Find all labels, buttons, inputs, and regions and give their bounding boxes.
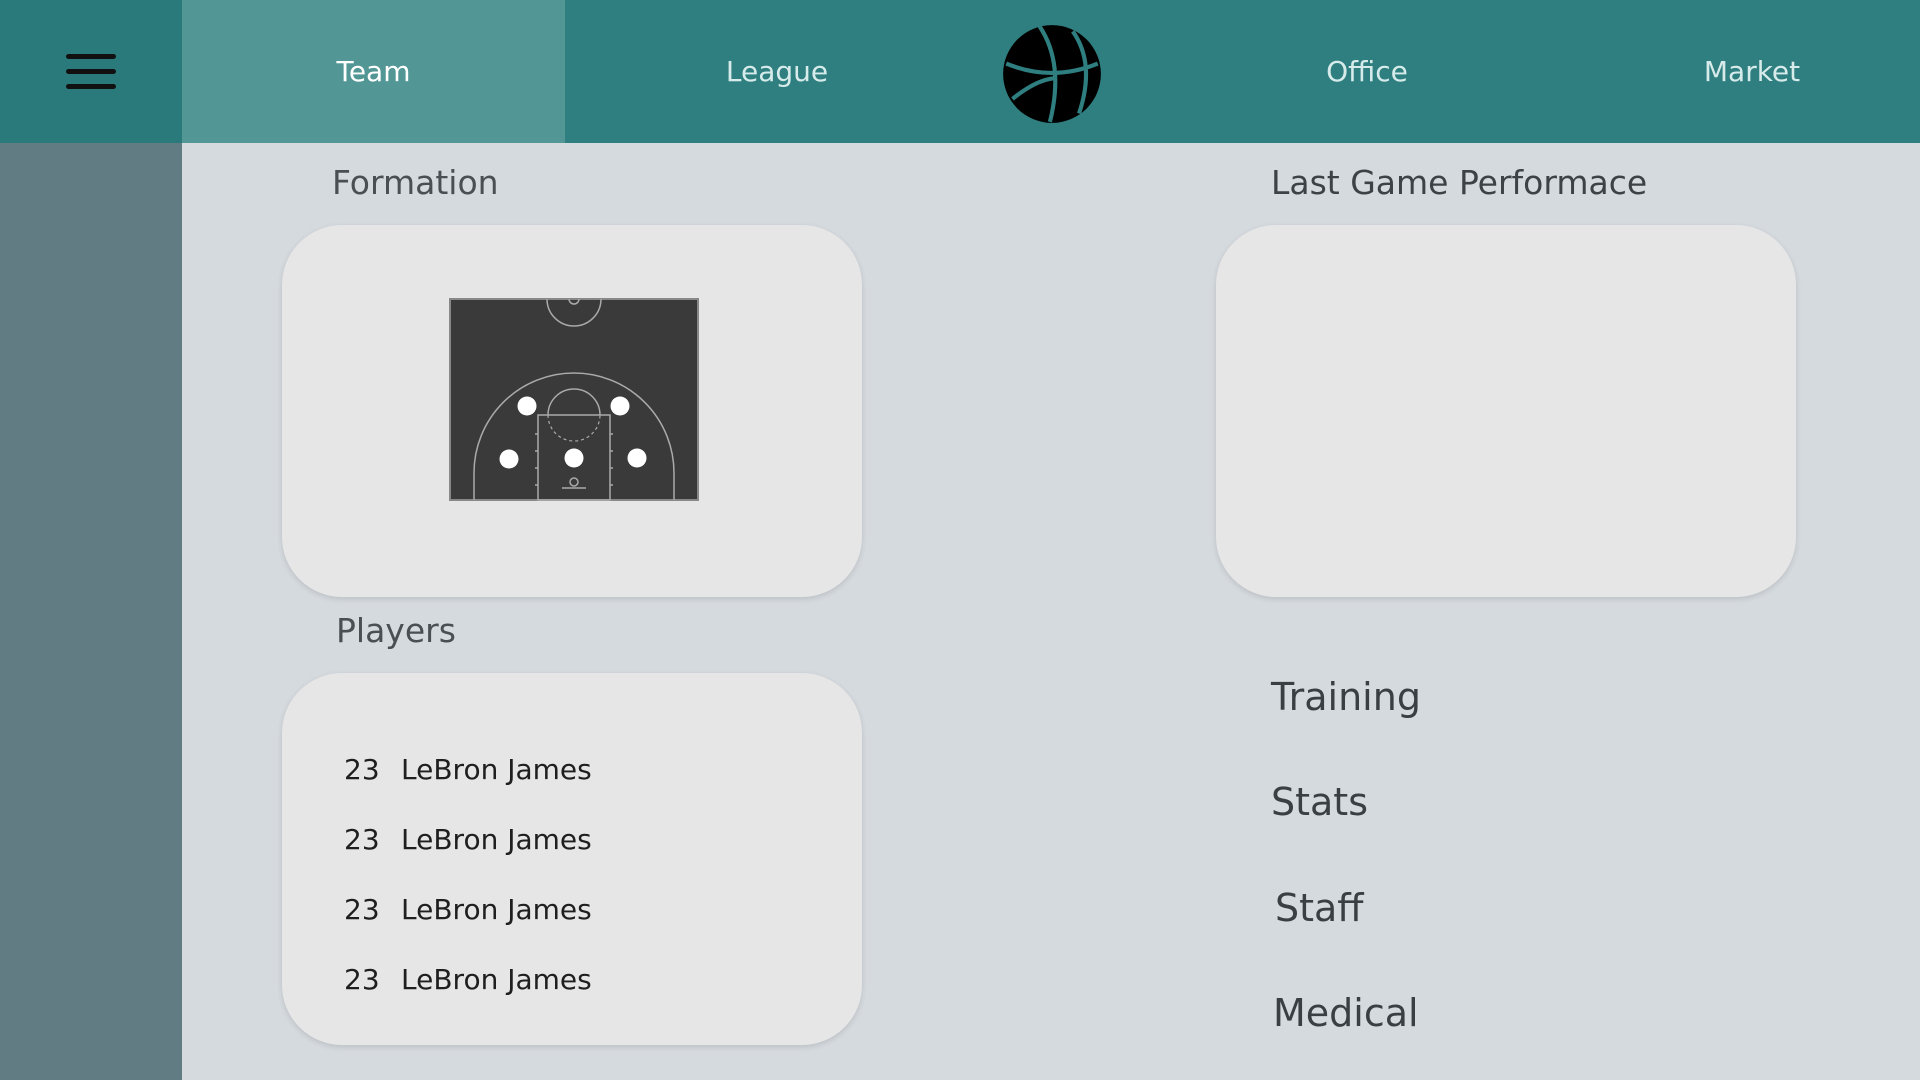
menu-button[interactable] <box>0 0 182 143</box>
player-name: LeBron James <box>401 892 592 926</box>
tab-market[interactable]: Market <box>1584 0 1920 143</box>
performance-title: Last Game Performace <box>1271 163 1648 202</box>
player-name: LeBron James <box>401 752 592 786</box>
sidebar <box>0 143 182 1080</box>
list-item[interactable]: 23 LeBron James <box>344 959 592 999</box>
players-card: 23 LeBron James 23 LeBron James 23 LeBro… <box>282 673 862 1045</box>
basketball-half-court[interactable] <box>449 298 699 501</box>
player-marker[interactable] <box>610 396 630 416</box>
tab-league[interactable]: League <box>565 0 989 143</box>
list-item[interactable]: 23 LeBron James <box>344 819 592 859</box>
player-number: 23 <box>344 752 380 786</box>
player-name: LeBron James <box>401 822 592 856</box>
performance-card <box>1216 225 1796 597</box>
player-number: 23 <box>344 962 380 996</box>
formation-card <box>282 225 862 597</box>
tab-office[interactable]: Office <box>1150 0 1584 143</box>
hamburger-icon <box>66 53 116 89</box>
player-marker[interactable] <box>517 396 537 416</box>
player-name: LeBron James <box>401 962 592 996</box>
training-link[interactable]: Training <box>1271 675 1421 719</box>
basketball-icon <box>1003 25 1101 123</box>
list-item[interactable]: 23 LeBron James <box>344 889 592 929</box>
tab-market-label: Market <box>1703 55 1801 88</box>
player-marker[interactable] <box>499 449 519 469</box>
staff-link[interactable]: Staff <box>1275 886 1364 930</box>
players-title: Players <box>336 611 456 650</box>
tab-office-label: Office <box>1326 55 1408 88</box>
player-number: 23 <box>344 822 380 856</box>
list-item[interactable]: 23 LeBron James <box>344 749 592 789</box>
player-marker[interactable] <box>564 448 584 468</box>
top-nav-bar: Team League Office Market <box>0 0 1920 143</box>
tab-league-label: League <box>725 55 829 88</box>
tab-team[interactable]: Team <box>182 0 565 143</box>
medical-link[interactable]: Medical <box>1273 991 1419 1035</box>
tab-team-label: Team <box>336 55 411 88</box>
stats-link[interactable]: Stats <box>1271 780 1368 824</box>
player-marker[interactable] <box>627 448 647 468</box>
formation-title: Formation <box>332 163 499 202</box>
player-number: 23 <box>344 892 380 926</box>
